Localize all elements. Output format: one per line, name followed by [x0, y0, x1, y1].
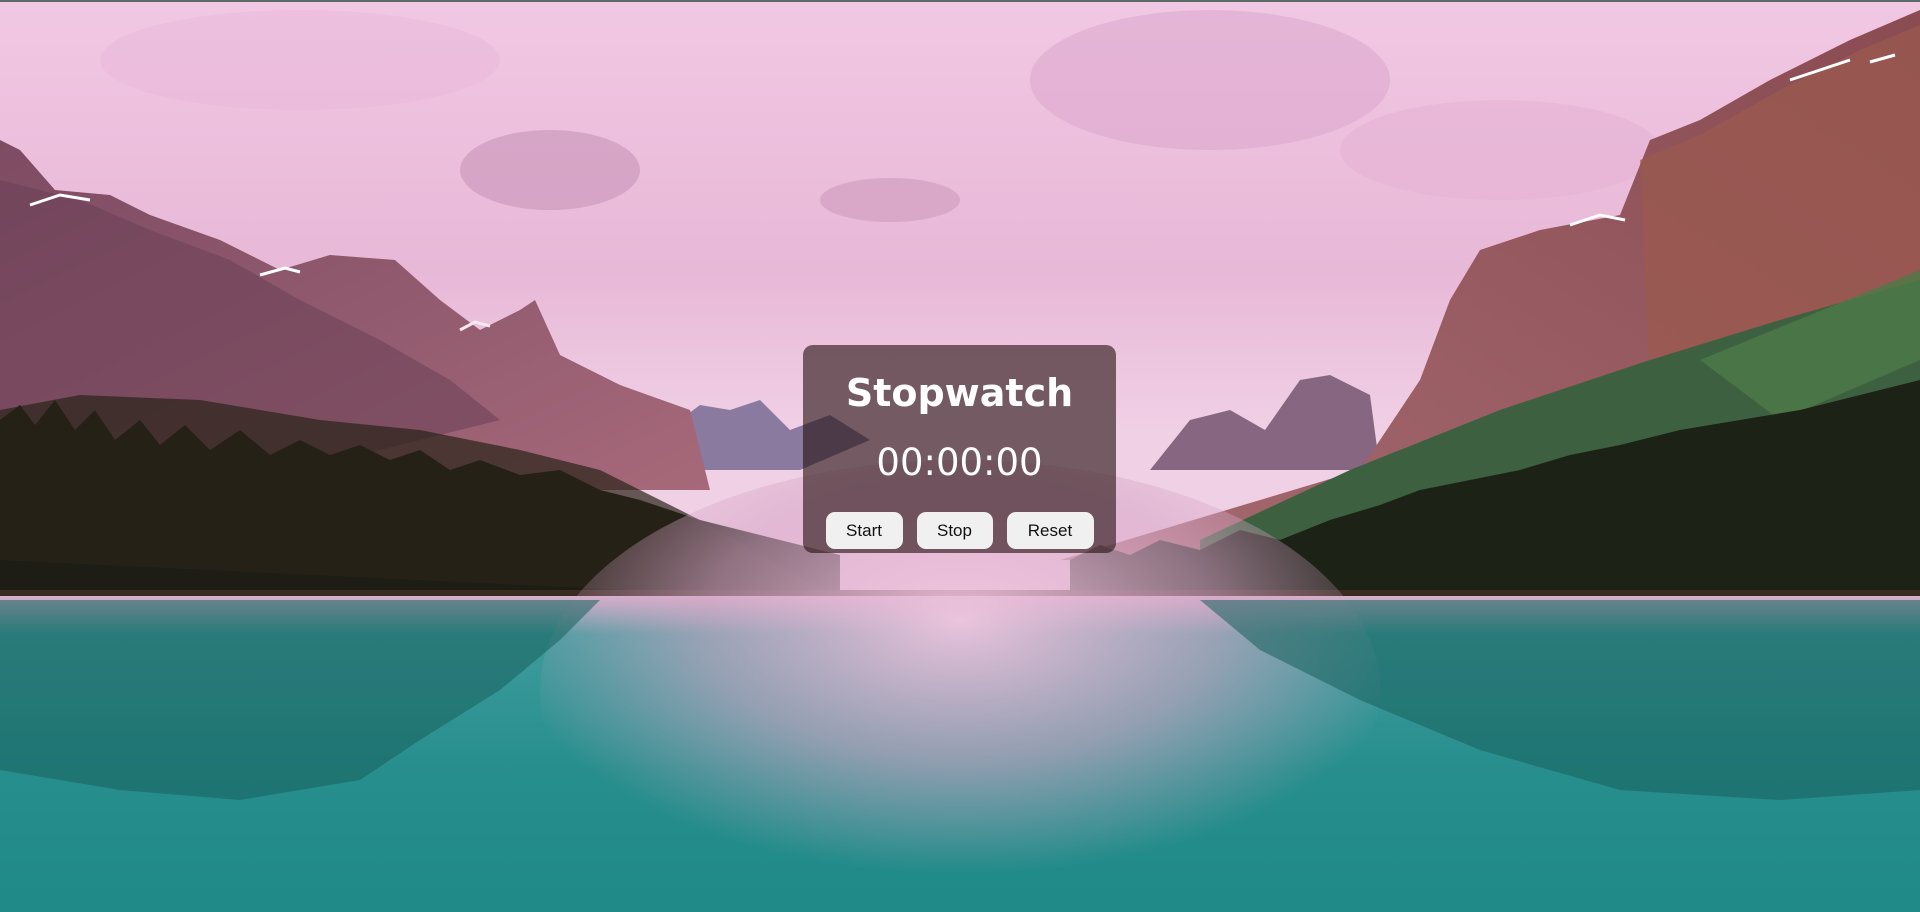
stopwatch-card: Stopwatch 00:00:00 Start Stop Reset [803, 345, 1116, 553]
start-button[interactable]: Start [825, 512, 903, 549]
stop-button[interactable]: Stop [916, 512, 993, 549]
reset-button[interactable]: Reset [1006, 512, 1094, 549]
app-root: Stopwatch 00:00:00 Start Stop Reset [0, 0, 1920, 912]
stopwatch-time-display: 00:00:00 [876, 441, 1043, 484]
stopwatch-controls: Start Stop Reset [803, 512, 1116, 549]
top-border-line [0, 0, 1920, 2]
stopwatch-title: Stopwatch [845, 371, 1074, 415]
